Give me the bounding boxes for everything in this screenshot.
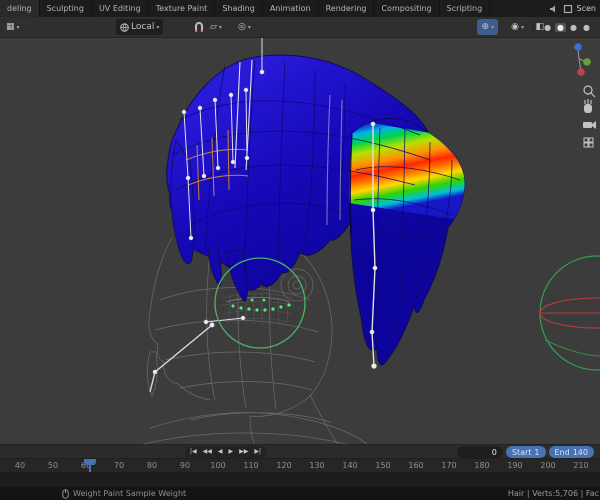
frame-end-field[interactable]: End 140 <box>548 446 594 458</box>
end-value: 140 <box>572 447 588 457</box>
ruler-number: 50 <box>47 461 59 470</box>
scene-stats-text: Hair | Verts:5,706 | Fac <box>507 489 599 498</box>
timeline-ruler[interactable]: 40 50 60 70 80 90 100 110 120 130 140 150 160 170 180 1… <box>0 458 600 488</box>
editor-type-button[interactable]: ▦ ▾ <box>2 19 24 35</box>
prev-keyframe-button[interactable]: ◀◀ <box>200 446 215 458</box>
ruler-number: 100 <box>210 461 226 470</box>
ruler-number: 70 <box>113 461 125 470</box>
scene-icon <box>563 4 572 13</box>
editor-type-icon: ▦ <box>6 22 15 32</box>
start-value: 1 <box>534 447 540 457</box>
ruler-number: 140 <box>342 461 358 470</box>
workspace-tab-animation[interactable]: Animation <box>263 0 319 17</box>
workspace-tab-deling[interactable]: deling <box>0 0 40 17</box>
chevron-down-icon: ▾ <box>247 23 251 31</box>
timeline-header: |◀ ◀◀ ◀ ▶ ▶▶ ▶| 0 Start 1 End 140 <box>0 444 600 458</box>
ruler-number: 200 <box>540 461 556 470</box>
end-label: End <box>554 447 570 457</box>
ruler-number: 210 <box>573 461 589 470</box>
statusbar: Weight Paint Sample Weight Hair | Verts:… <box>0 487 600 500</box>
overlays-icon: ◉ <box>511 22 519 32</box>
workspace-tab-rendering[interactable]: Rendering <box>319 0 375 17</box>
workspace-tabs: deling Sculpting UV Editing Texture Paint Sh… <box>0 0 549 17</box>
scene-selector[interactable]: Scen <box>577 0 596 17</box>
ruler-number: 110 <box>243 461 259 470</box>
shading-solid-button[interactable]: ● <box>555 22 567 32</box>
ruler-number: 120 <box>276 461 292 470</box>
play-reverse-button[interactable]: ◀ <box>215 446 226 458</box>
ruler-number: 40 <box>14 461 26 470</box>
topbar-right: Scen <box>549 0 600 17</box>
snap-settings-dropdown[interactable]: ▱ ▾ <box>206 19 226 35</box>
ruler-number: 160 <box>408 461 424 470</box>
snap-target-icon: ▱ <box>210 22 217 32</box>
chevron-down-icon: ▾ <box>490 23 494 31</box>
magnet-icon <box>195 22 203 32</box>
ruler-number: 90 <box>179 461 191 470</box>
timeline-track-area[interactable] <box>0 472 600 487</box>
workspace-tab-uv-editing[interactable]: UV Editing <box>92 0 149 17</box>
start-label: Start <box>511 447 532 457</box>
viewport-header: ▦ ▾ Local ▾ ▱ ▾ ◎ ▾ ⊕ ▾ ◉ ▾ ◧ ● ● ● ● <box>0 17 600 38</box>
workspace-tab-scripting[interactable]: Scripting <box>440 0 491 17</box>
chevron-down-icon: ▾ <box>218 23 222 31</box>
ruler-number: 130 <box>309 461 325 470</box>
ruler-number: 170 <box>441 461 457 470</box>
proportional-edit-icon: ◎ <box>238 22 246 32</box>
transform-orientation-dropdown[interactable]: Local ▾ <box>116 19 164 35</box>
gizmo-icon: ⊕ <box>481 22 489 32</box>
workspace-tab-texture-paint[interactable]: Texture Paint <box>149 0 216 17</box>
topbar: deling Sculpting UV Editing Texture Paint Sh… <box>0 0 600 17</box>
timeline-fields: 0 Start 1 End 140 <box>456 446 594 458</box>
shading-rendered-button[interactable]: ● <box>581 23 592 32</box>
show-gizmo-toggle[interactable]: ⊕ ▾ <box>477 19 498 35</box>
playback-controls: |◀ ◀◀ ◀ ▶ ▶▶ ▶| <box>185 446 266 458</box>
proportional-edit-dropdown[interactable]: ◎ ▾ <box>234 19 255 35</box>
workspace-tab-sculpting[interactable]: Sculpting <box>40 0 92 17</box>
next-keyframe-button[interactable]: ▶▶ <box>236 446 251 458</box>
current-frame-value: 0 <box>491 447 497 457</box>
keymap-hint-text: Weight Paint Sample Weight <box>73 489 187 498</box>
play-button[interactable]: ▶ <box>226 446 237 458</box>
jump-start-button[interactable]: |◀ <box>187 446 200 458</box>
jump-end-button[interactable]: ▶| <box>251 446 264 458</box>
statusbar-left: Weight Paint Sample Weight <box>62 488 187 499</box>
shading-mode-group: ● ● ● ● <box>538 19 596 35</box>
frame-start-field[interactable]: Start 1 <box>505 446 546 458</box>
current-frame-field[interactable]: 0 <box>456 446 503 458</box>
shading-wireframe-button[interactable]: ● <box>542 23 553 32</box>
ruler-number: 80 <box>146 461 158 470</box>
viewport-3d[interactable] <box>0 38 600 444</box>
speaker-icon <box>549 5 555 12</box>
shading-material-button[interactable]: ● <box>568 23 579 32</box>
globe-icon <box>120 22 129 32</box>
mouse-icon <box>62 488 69 499</box>
chevron-down-icon: ▾ <box>16 23 20 31</box>
ruler-number: 190 <box>507 461 523 470</box>
chevron-down-icon: ▾ <box>520 23 524 31</box>
ruler-number: 180 <box>474 461 490 470</box>
workspace-tab-compositing[interactable]: Compositing <box>374 0 440 17</box>
workspace-tab-shading[interactable]: Shading <box>215 0 263 17</box>
orientation-label: Local <box>131 22 155 32</box>
ruler-number: 150 <box>375 461 391 470</box>
overlays-dropdown[interactable]: ◉ ▾ <box>507 19 528 35</box>
chevron-down-icon: ▾ <box>156 23 160 31</box>
